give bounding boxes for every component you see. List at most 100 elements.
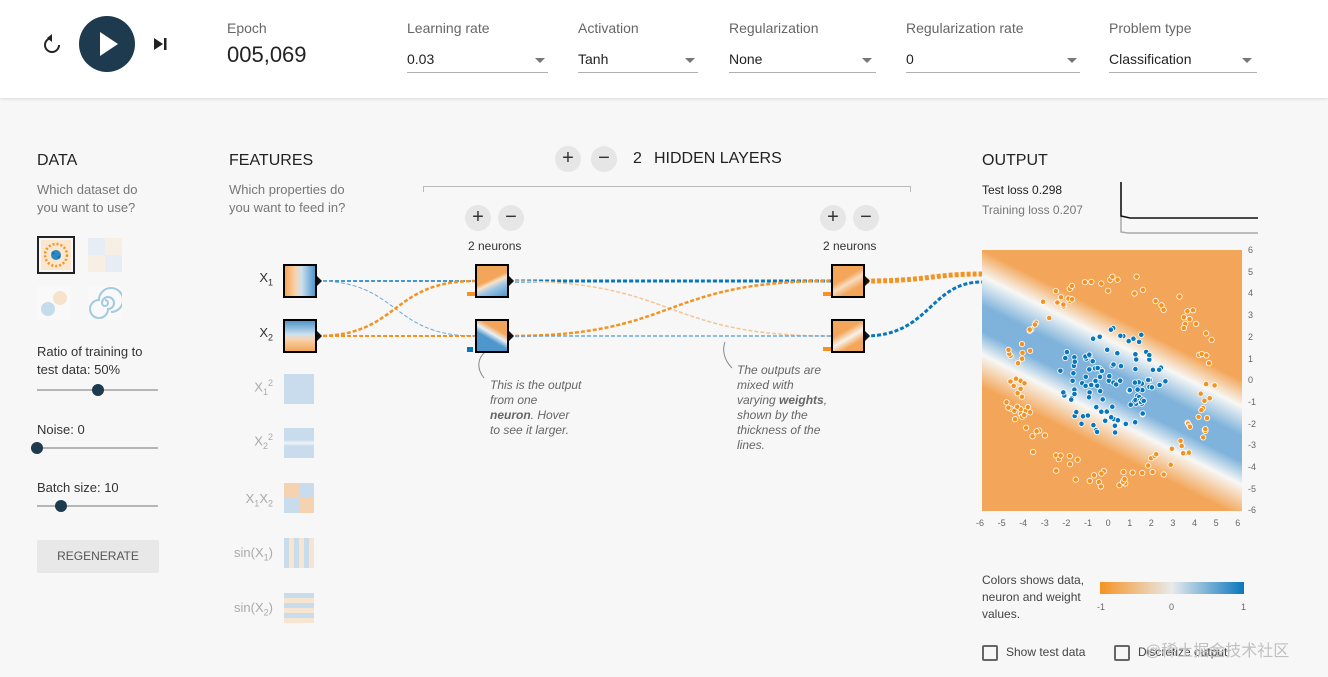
training-loss: Training loss 0.207 — [982, 203, 1083, 217]
hidden-neuron-2-1[interactable] — [831, 264, 865, 298]
data-point — [1005, 404, 1012, 411]
data-point — [1149, 468, 1156, 476]
data-point — [1131, 290, 1138, 297]
data-point — [1178, 442, 1185, 450]
data-point — [1014, 360, 1022, 367]
data-point — [1003, 399, 1010, 406]
hidden-neuron-2-2[interactable] — [831, 319, 865, 353]
data-point — [1098, 408, 1105, 415]
show-test-data-label: Show test data — [1006, 645, 1086, 659]
data-point — [1126, 387, 1133, 394]
y-tick-label: 5 — [1248, 266, 1254, 277]
y-tick-label: -5 — [1248, 483, 1257, 494]
data-point — [1063, 349, 1071, 356]
neuron-output-note: This is the output from one neuron. Hove… — [490, 378, 582, 437]
output-heading: OUTPUT — [982, 152, 1048, 169]
data-point — [1168, 445, 1175, 452]
data-point — [1117, 363, 1125, 370]
data-point — [1107, 326, 1114, 333]
legend-tick-label: -1 — [1097, 602, 1106, 612]
data-point — [1088, 278, 1095, 285]
x-tick-label: -6 — [976, 518, 985, 528]
data-point — [1011, 416, 1019, 423]
data-point — [1071, 358, 1078, 365]
data-point — [1189, 307, 1197, 314]
data-point — [1197, 390, 1204, 397]
data-point — [1007, 378, 1014, 385]
x-tick-label: 1 — [1127, 518, 1133, 528]
data-point — [1133, 356, 1140, 363]
data-point — [1057, 294, 1065, 301]
data-point — [1102, 417, 1109, 424]
data-point — [1098, 280, 1105, 287]
data-point — [1139, 410, 1146, 417]
discretize-output-checkbox[interactable] — [1114, 645, 1130, 661]
data-point — [1005, 346, 1012, 354]
link-h22-output — [864, 280, 983, 338]
data-point — [1046, 314, 1053, 322]
data-point — [1068, 396, 1075, 403]
data-point — [1152, 297, 1159, 305]
data-point — [1096, 333, 1103, 340]
data-point — [1021, 380, 1028, 387]
data-point — [1029, 433, 1036, 440]
x-tick-label: -4 — [1019, 518, 1028, 528]
data-point — [1039, 298, 1047, 305]
hidden-neuron-1-2[interactable] — [475, 319, 509, 353]
data-point — [1105, 287, 1112, 294]
data-point — [1108, 414, 1115, 421]
data-point — [1026, 326, 1033, 333]
data-point — [1132, 419, 1139, 426]
data-point — [1200, 434, 1207, 441]
show-test-data-checkbox[interactable] — [982, 645, 998, 661]
data-point — [1205, 360, 1212, 367]
data-point — [1208, 336, 1215, 344]
hidden-neuron-1-1[interactable] — [475, 264, 509, 298]
color-legend-text: Colors shows data, neuron and weight val… — [982, 573, 1085, 621]
data-point — [1026, 347, 1034, 354]
color-legend-ticks: -1 0 1 — [1094, 602, 1250, 614]
data-point — [1131, 379, 1138, 386]
data-point — [1090, 335, 1097, 342]
data-point — [1060, 389, 1067, 396]
y-tick-label: -2 — [1248, 418, 1257, 429]
data-point — [1070, 370, 1077, 377]
data-point — [1074, 456, 1081, 463]
x-tick-label: -3 — [1040, 518, 1049, 528]
x-tick-label: -1 — [1084, 518, 1093, 528]
data-point — [1104, 346, 1111, 353]
x-tick-label: 6 — [1235, 518, 1241, 528]
data-point — [1029, 448, 1037, 456]
weights-note: The outputs are mixed with varying weigh… — [737, 363, 828, 452]
x-tick-label: 4 — [1192, 518, 1198, 528]
data-point — [1053, 467, 1060, 474]
data-point — [1160, 306, 1167, 314]
y-tick-label: 6 — [1248, 245, 1254, 255]
data-point — [1092, 377, 1099, 384]
data-point — [1145, 376, 1152, 384]
data-point — [1203, 330, 1210, 337]
data-point — [1066, 453, 1073, 460]
data-point — [1091, 472, 1098, 479]
data-point — [1121, 476, 1128, 483]
data-point — [1109, 273, 1116, 280]
y-tick-label: 0 — [1248, 375, 1254, 386]
y-tick-label: -3 — [1248, 440, 1257, 451]
data-point — [1211, 382, 1218, 389]
data-point — [1176, 293, 1183, 300]
color-legend-bar — [1100, 582, 1244, 594]
data-point — [1186, 316, 1193, 323]
data-point — [1089, 358, 1096, 365]
data-point — [1202, 426, 1209, 433]
data-point — [1094, 428, 1101, 435]
watermark: @稀土掘金技术社区 — [1145, 643, 1290, 660]
data-point — [1078, 420, 1085, 427]
data-point — [1156, 381, 1163, 389]
data-point — [1139, 286, 1146, 294]
data-point — [1120, 469, 1127, 476]
data-point — [1127, 401, 1134, 408]
data-point — [1140, 397, 1147, 404]
data-point — [1033, 428, 1040, 435]
data-point — [1204, 415, 1211, 422]
data-point — [1203, 352, 1210, 359]
